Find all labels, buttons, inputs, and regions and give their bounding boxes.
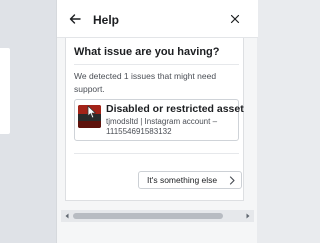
close-button[interactable] xyxy=(228,12,242,26)
arrow-left-icon xyxy=(69,14,81,24)
close-icon xyxy=(230,14,240,24)
scroll-left-arrow-icon[interactable] xyxy=(63,212,71,220)
issue-subtitle: tjmodsltd | Instagram account – 11155469… xyxy=(106,117,218,136)
help-panel: Help What issue are you having? We detec… xyxy=(56,0,258,243)
something-else-label: It's something else xyxy=(147,175,218,185)
horizontal-scrollbar[interactable] xyxy=(61,210,254,222)
issue-description: We detected 1 issues that might need sup… xyxy=(74,71,217,94)
something-else-button[interactable]: It's something else xyxy=(138,171,242,189)
divider xyxy=(74,153,239,154)
scroll-right-arrow-icon[interactable] xyxy=(244,212,252,220)
scrollbar-thumb[interactable] xyxy=(73,213,223,219)
panel-title: Help xyxy=(93,13,120,27)
help-header: Help xyxy=(57,0,258,38)
issue-title: Disabled or restricted asset xyxy=(106,103,244,115)
issue-card: What issue are you having? We detected 1… xyxy=(65,38,244,201)
background-page xyxy=(0,0,56,243)
background-card xyxy=(0,48,10,134)
issue-question: What issue are you having? xyxy=(74,46,220,58)
issue-item-disabled-asset[interactable]: Disabled or restricted asset tjmodsltd |… xyxy=(74,99,244,141)
divider xyxy=(74,64,239,65)
back-button[interactable] xyxy=(67,11,83,27)
mouse-cursor-icon xyxy=(87,105,96,119)
chevron-right-icon xyxy=(229,176,235,185)
